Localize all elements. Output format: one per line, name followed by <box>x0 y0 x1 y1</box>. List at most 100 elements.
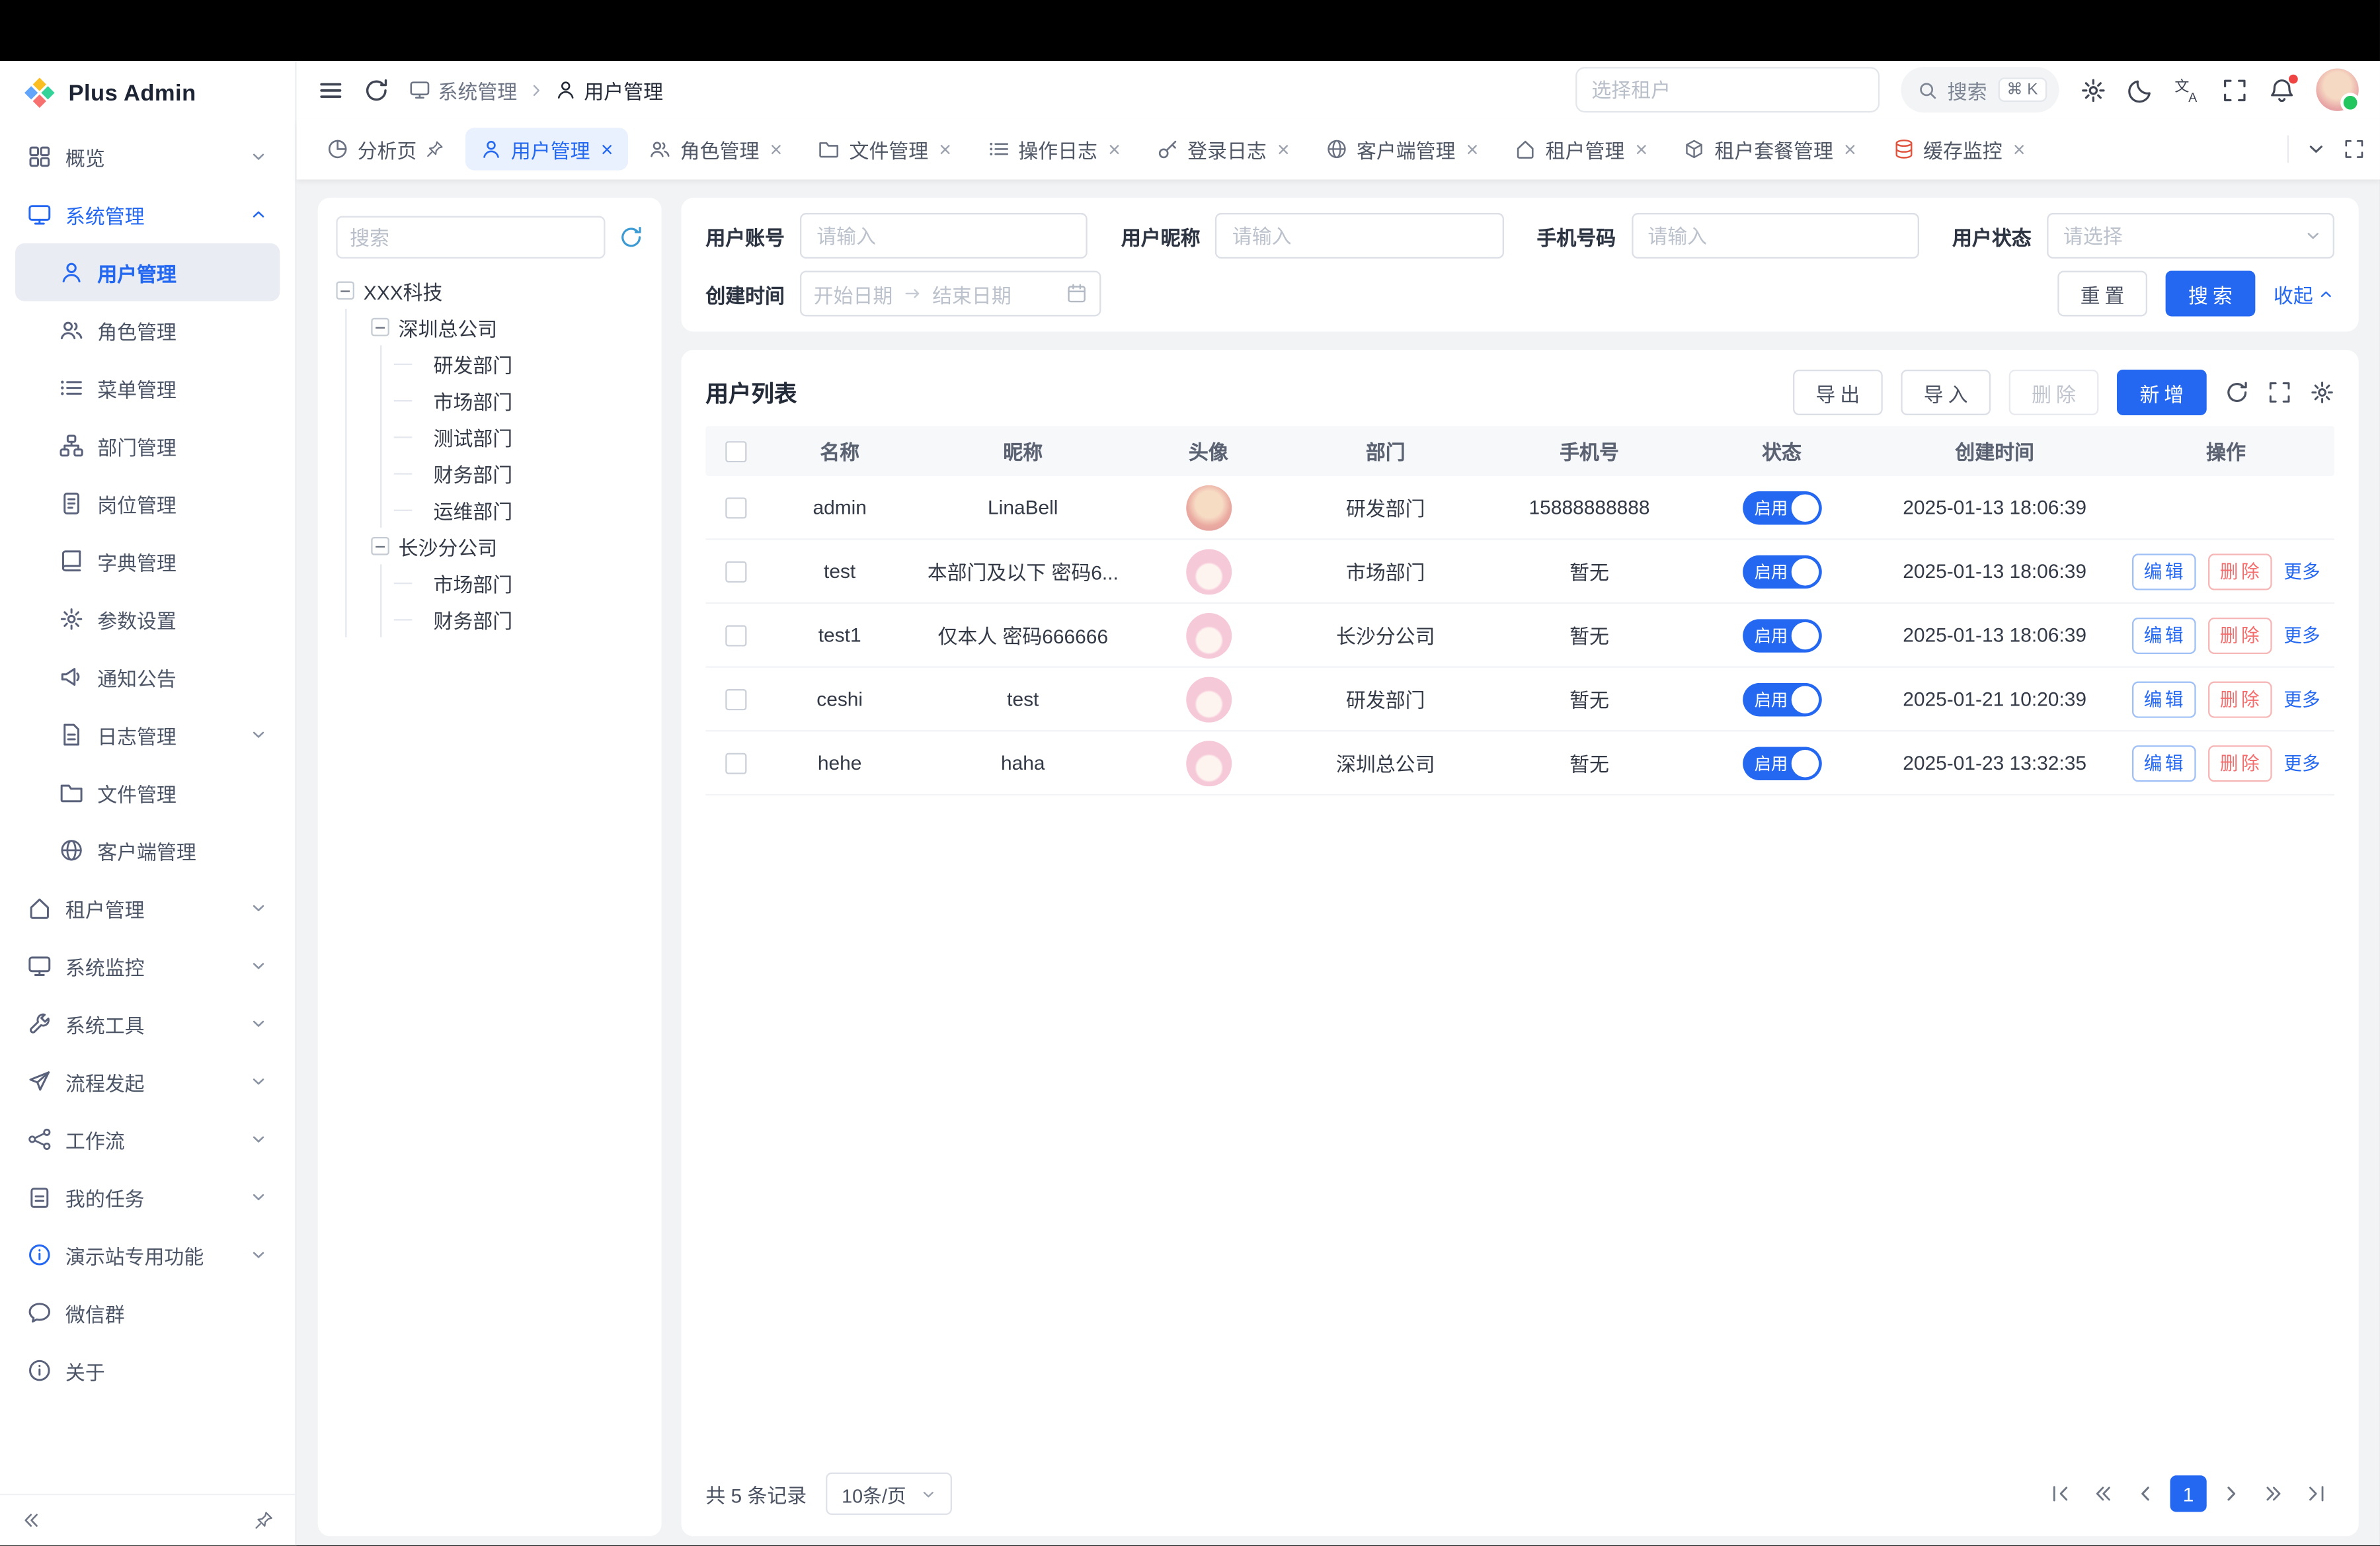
sidebar-item-post-management[interactable]: 岗位管理 <box>15 475 280 532</box>
date-range-picker[interactable]: 开始日期 结束日期 <box>800 270 1101 316</box>
tab-file-management[interactable]: 文件管理 <box>804 128 967 170</box>
global-search[interactable]: 搜索 ⌘ K <box>1900 67 2059 112</box>
sidebar-item-log-management[interactable]: 日志管理 <box>15 706 280 763</box>
sidebar-item-file-management[interactable]: 文件管理 <box>15 764 280 821</box>
row-checkbox[interactable] <box>725 688 746 710</box>
sidebar-item-my-tasks[interactable]: 我的任务 <box>15 1168 280 1226</box>
close-icon[interactable] <box>1466 138 1479 159</box>
current-page-button[interactable]: 1 <box>2170 1475 2207 1512</box>
tree-search-input[interactable] <box>336 216 605 259</box>
row-checkbox[interactable] <box>725 752 746 773</box>
menu-toggle-icon[interactable] <box>318 77 344 102</box>
tree-node[interactable]: 测试部门 <box>406 419 643 455</box>
tabs-fullscreen-icon[interactable] <box>2344 138 2365 159</box>
close-icon[interactable] <box>1277 138 1290 159</box>
tabs-dropdown-icon[interactable] <box>2305 138 2326 159</box>
select-all-checkbox[interactable] <box>725 440 746 462</box>
sidebar-item-process-start[interactable]: 流程发起 <box>15 1053 280 1110</box>
edit-button[interactable]: 编辑 <box>2131 617 2196 653</box>
collapse-sidebar-icon[interactable] <box>21 1510 41 1530</box>
tab-tenant-management[interactable]: 租户管理 <box>1500 128 1663 170</box>
first-page-button[interactable] <box>2042 1475 2079 1512</box>
sidebar-item-param-settings[interactable]: 参数设置 <box>15 590 280 648</box>
more-button[interactable]: 更多 <box>2283 558 2320 584</box>
status-toggle[interactable]: 启用 <box>1742 491 1821 524</box>
sidebar-item-notice[interactable]: 通知公告 <box>15 648 280 706</box>
tree-node[interactable]: 财务部门 <box>406 601 643 637</box>
collapse-toggle-icon[interactable] <box>336 282 354 300</box>
sidebar-item-system-management[interactable]: 系统管理 <box>15 186 280 243</box>
settings-icon[interactable] <box>2081 77 2106 102</box>
fullscreen-icon[interactable] <box>2222 77 2248 102</box>
tab-operation-log[interactable]: 操作日志 <box>972 128 1136 170</box>
sidebar-item-tenant-management[interactable]: 租户管理 <box>15 879 280 937</box>
sidebar-item-demo-features[interactable]: 演示站专用功能 <box>15 1226 280 1283</box>
phone-input[interactable] <box>1631 213 1919 259</box>
edit-button[interactable]: 编辑 <box>2131 680 2196 717</box>
status-select[interactable] <box>2047 213 2334 259</box>
collapse-toggle-icon[interactable] <box>371 318 389 337</box>
edit-button[interactable]: 编辑 <box>2131 553 2196 589</box>
page-refresh-icon[interactable] <box>364 77 389 102</box>
status-toggle[interactable]: 启用 <box>1742 554 1821 588</box>
delete-row-button[interactable]: 删除 <box>2207 553 2272 589</box>
row-checkbox[interactable] <box>725 561 746 582</box>
sidebar-item-dept-management[interactable]: 部门管理 <box>15 417 280 474</box>
close-icon[interactable] <box>1108 138 1121 159</box>
tree-node[interactable]: XXX科技 <box>336 272 643 309</box>
collapse-filters-link[interactable]: 收起 <box>2274 279 2334 308</box>
account-input[interactable] <box>800 213 1088 259</box>
table-fullscreen-icon[interactable] <box>2268 380 2292 405</box>
delete-button[interactable]: 删除 <box>2009 370 2099 415</box>
sidebar-item-dict-management[interactable]: 字典管理 <box>15 532 280 590</box>
tree-node[interactable]: 市场部门 <box>406 382 643 418</box>
close-icon[interactable] <box>2013 138 2026 159</box>
pin-icon[interactable] <box>426 140 444 159</box>
delete-row-button[interactable]: 删除 <box>2207 617 2272 653</box>
tenant-select[interactable] <box>1575 67 1879 112</box>
status-toggle[interactable]: 启用 <box>1742 618 1821 652</box>
app-logo[interactable]: Plus Admin <box>0 61 295 125</box>
more-button[interactable]: 更多 <box>2283 750 2320 776</box>
pin-icon[interactable] <box>254 1510 274 1530</box>
dark-mode-icon[interactable] <box>2127 77 2153 102</box>
tree-node[interactable]: 运维部门 <box>406 491 643 528</box>
more-button[interactable]: 更多 <box>2283 686 2320 712</box>
close-icon[interactable] <box>770 138 782 159</box>
status-toggle[interactable]: 启用 <box>1742 746 1821 780</box>
sidebar-item-role-management[interactable]: 角色管理 <box>15 301 280 358</box>
close-icon[interactable] <box>601 138 614 159</box>
sidebar-item-system-tools[interactable]: 系统工具 <box>15 995 280 1052</box>
breadcrumb-item[interactable]: 系统管理 <box>409 75 517 104</box>
reset-button[interactable]: 重置 <box>2057 270 2147 316</box>
tab-user-management[interactable]: 用户管理 <box>465 128 629 170</box>
tab-cache-monitor[interactable]: 缓存监控 <box>1878 128 2041 170</box>
search-button[interactable]: 搜索 <box>2166 270 2256 316</box>
close-icon[interactable] <box>939 138 951 159</box>
tab-tenant-package[interactable]: 租户套餐管理 <box>1669 128 1871 170</box>
sidebar-item-about[interactable]: 关于 <box>15 1342 280 1399</box>
export-button[interactable]: 导出 <box>1793 370 1883 415</box>
tab-analysis[interactable]: 分析页 <box>312 128 459 170</box>
tab-login-log[interactable]: 登录日志 <box>1142 128 1305 170</box>
tree-node[interactable]: 财务部门 <box>406 455 643 491</box>
delete-row-button[interactable]: 删除 <box>2207 745 2272 781</box>
sidebar-item-overview[interactable]: 概览 <box>15 128 280 185</box>
prev-page-button[interactable] <box>2127 1475 2164 1512</box>
next-jump-button[interactable] <box>2255 1475 2291 1512</box>
row-checkbox[interactable] <box>725 624 746 645</box>
add-button[interactable]: 新增 <box>2117 370 2207 415</box>
table-refresh-icon[interactable] <box>2225 380 2249 405</box>
sidebar-item-client-management[interactable]: 客户端管理 <box>15 821 280 879</box>
row-checkbox[interactable] <box>725 497 746 518</box>
sidebar-item-workflow[interactable]: 工作流 <box>15 1110 280 1168</box>
sidebar-item-menu-management[interactable]: 菜单管理 <box>15 359 280 417</box>
sidebar-item-wechat-group[interactable]: 微信群 <box>15 1283 280 1341</box>
close-icon[interactable] <box>1635 138 1647 159</box>
collapse-toggle-icon[interactable] <box>371 537 389 555</box>
language-icon[interactable] <box>2174 77 2200 102</box>
tree-refresh-icon[interactable] <box>619 225 643 249</box>
breadcrumb-item-current[interactable]: 用户管理 <box>555 75 663 104</box>
status-toggle[interactable]: 启用 <box>1742 682 1821 716</box>
nickname-input[interactable] <box>1216 213 1503 259</box>
